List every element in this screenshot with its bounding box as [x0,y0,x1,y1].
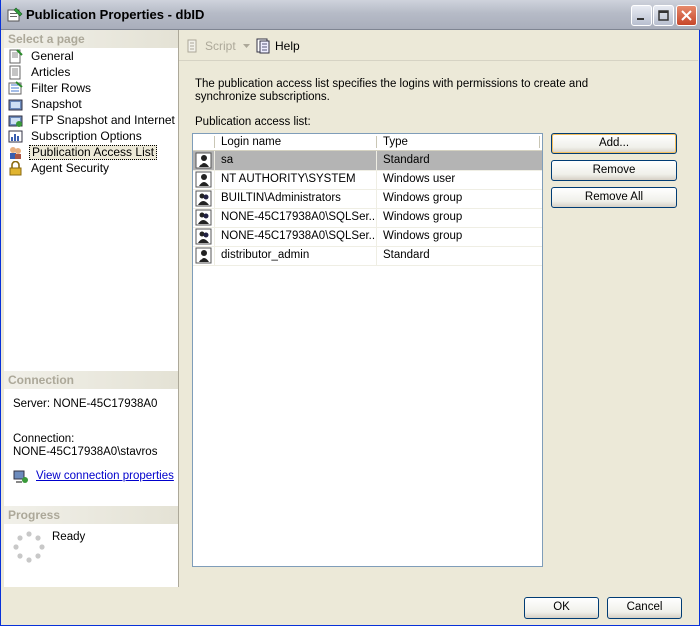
filter-icon [8,81,23,95]
title-bar[interactable]: Publication Properties - dbID [1,0,700,30]
page-item-label: Publication Access List [29,145,158,160]
page-icon [9,49,23,64]
row-divider [376,246,377,265]
page-item-label: Snapshot [31,97,82,111]
lock-icon [9,161,22,176]
column-divider [376,136,377,148]
column-divider [214,136,215,148]
toolbar: Script Help [179,30,698,61]
column-divider [539,136,540,148]
server-text: Server: NONE-45C17938A0 [13,398,158,410]
login-name: distributor_admin [221,249,310,261]
row-divider [376,227,377,246]
table-row[interactable]: NT AUTHORITY\SYSTEM Windows user [193,170,542,190]
minimize-icon [637,18,644,20]
left-pane: Select a page General Articles Filter Ro… [4,30,179,587]
dialog-footer: OK Cancel [1,588,699,625]
dialog-window: Publication Properties - dbID Select a p… [0,0,700,626]
minimize-button[interactable] [631,5,652,26]
connection-value: NONE-45C17938A0\stavros [13,446,158,458]
login-name: NONE-45C17938A0\SQLSer... [221,230,375,242]
page-item-label: Subscription Options [31,129,142,143]
login-icon [195,152,212,169]
page-item-label: Filter Rows [31,81,92,95]
table-row[interactable]: BUILTIN\Administrators Windows group [193,189,542,209]
options-icon [8,130,23,143]
chevron-down-icon [243,44,250,48]
page-item-label: Agent Security [31,161,110,175]
column-header-login[interactable]: Login name [221,134,281,150]
login-name: BUILTIN\Administrators [221,192,341,204]
login-icon [195,171,212,188]
table-row[interactable]: distributor_admin Standard [193,246,542,266]
row-divider [376,151,377,170]
login-type: Windows user [383,173,456,185]
login-type: Windows group [383,192,463,204]
login-type: Standard [383,154,430,166]
row-divider [214,151,215,170]
login-icon [195,247,212,264]
column-header-type[interactable]: Type [383,134,408,150]
ok-button[interactable]: OK [524,597,599,619]
row-divider [376,208,377,227]
group-login-icon [195,228,212,245]
row-divider [214,246,215,265]
page-item-label: FTP Snapshot and Internet [31,113,175,127]
table-row[interactable]: NONE-45C17938A0\SQLSer... Windows group [193,208,542,228]
row-divider [214,227,215,246]
login-type: Standard [383,249,430,261]
publication-access-list[interactable]: Login name Type sa Standard NT AUTHORITY… [192,133,543,567]
row-divider [376,170,377,189]
row-divider [214,170,215,189]
group-login-icon [195,190,212,207]
description-text: The publication access list specifies th… [195,78,589,103]
maximize-icon [658,10,669,21]
maximize-button[interactable] [653,5,674,26]
help-icon [256,38,270,54]
login-name: NT AUTHORITY\SYSTEM [221,173,356,185]
connection-properties-icon [13,470,28,483]
page-item-label: General [31,49,74,63]
group-login-icon [195,209,212,226]
window-title: Publication Properties - dbID [26,7,205,22]
connection-header: Connection [4,371,178,389]
login-type: Windows group [383,230,463,242]
remove-all-button[interactable]: Remove All [551,187,677,208]
right-pane: Script Help The publication access list … [179,30,698,587]
remove-button[interactable]: Remove [551,160,677,181]
add-button[interactable]: Add... [551,133,677,154]
script-icon [187,39,197,53]
login-name: sa [221,154,234,166]
users-icon [10,147,21,159]
access-list-label: Publication access list: [195,116,311,128]
row-divider [214,189,215,208]
login-name: NONE-45C17938A0\SQLSer... [221,211,375,223]
login-type: Windows group [383,211,463,223]
close-icon [681,10,692,21]
script-label: Script [205,39,236,53]
cancel-button[interactable]: Cancel [607,597,682,619]
page-icon [9,65,21,80]
help-label: Help [275,39,300,53]
properties-icon [7,7,23,22]
table-row[interactable]: NONE-45C17938A0\SQLSer... Windows group [193,227,542,247]
progress-status: Ready [52,531,86,543]
snapshot-icon [8,99,23,111]
row-divider [376,189,377,208]
connection-label: Connection: [13,433,75,445]
ftp-icon [8,115,23,127]
row-divider [214,208,215,227]
select-page-header: Select a page [4,30,178,48]
page-item-label: Articles [31,65,71,79]
list-header: Login name Type [193,134,542,151]
close-button[interactable] [676,5,697,26]
progress-header: Progress [4,506,178,524]
progress-spinner-icon [13,531,45,563]
table-row[interactable]: sa Standard [193,151,542,171]
view-connection-properties-link[interactable]: View connection properties [36,470,174,482]
